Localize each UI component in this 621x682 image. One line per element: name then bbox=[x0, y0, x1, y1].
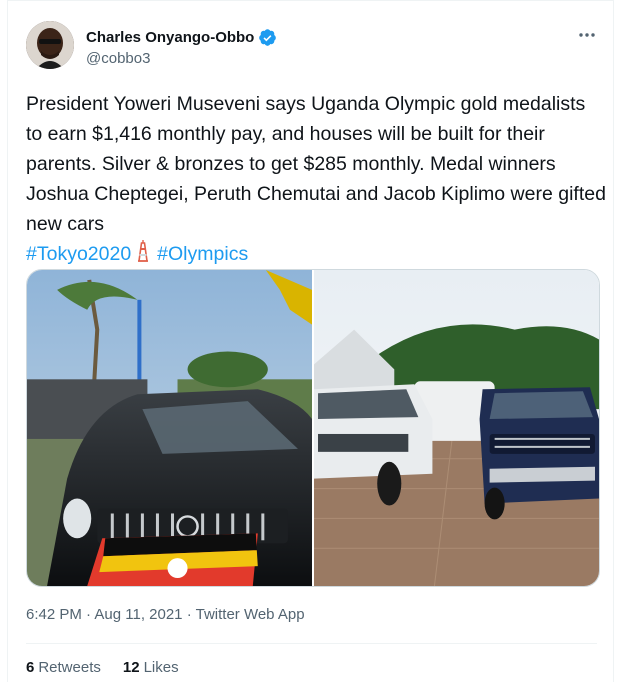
tweet-card[interactable]: Charles Onyango-Obbo @cobbo3 President Y… bbox=[7, 0, 614, 682]
hashtag-tokyo2020[interactable]: #Tokyo2020 bbox=[26, 243, 131, 265]
tweet-media[interactable] bbox=[26, 269, 600, 587]
photo-black-mercedes[interactable] bbox=[27, 270, 312, 586]
author-display-name[interactable]: Charles Onyango-Obbo bbox=[86, 29, 254, 46]
retweets-stat[interactable]: 6 Retweets bbox=[26, 659, 101, 676]
tweet-source[interactable]: Twitter Web App bbox=[196, 606, 305, 623]
tweet-stats: 6 Retweets 12 Likes bbox=[26, 659, 179, 676]
divider bbox=[26, 643, 597, 644]
meta-separator: · bbox=[186, 606, 192, 623]
tweet-time[interactable]: 6:42 PM bbox=[26, 606, 82, 623]
tokyo-tower-icon bbox=[138, 240, 149, 262]
likes-label: Likes bbox=[143, 659, 179, 676]
meta-separator: · bbox=[86, 606, 92, 623]
more-options-icon[interactable] bbox=[577, 25, 597, 45]
retweets-count: 6 bbox=[26, 659, 35, 676]
verified-badge-icon bbox=[259, 29, 277, 46]
photo-mitsubishi-cars[interactable] bbox=[314, 270, 599, 586]
tweet-timestamp[interactable]: 6:42 PM · Aug 11, 2021 · Twitter Web App bbox=[26, 606, 305, 623]
author-handle[interactable]: @cobbo3 bbox=[86, 50, 150, 67]
retweets-label: Retweets bbox=[38, 659, 101, 676]
tweet-text: President Yoweri Museveni says Uganda Ol… bbox=[26, 89, 606, 269]
tweet-date[interactable]: Aug 11, 2021 bbox=[94, 606, 182, 623]
hashtag-olympics[interactable]: #Olympics bbox=[157, 243, 248, 265]
tweet-body: President Yoweri Museveni says Uganda Ol… bbox=[26, 93, 606, 235]
avatar[interactable] bbox=[26, 21, 74, 69]
likes-stat[interactable]: 12 Likes bbox=[123, 659, 179, 676]
author-name-row[interactable]: Charles Onyango-Obbo bbox=[86, 28, 277, 47]
likes-count: 12 bbox=[122, 659, 140, 676]
